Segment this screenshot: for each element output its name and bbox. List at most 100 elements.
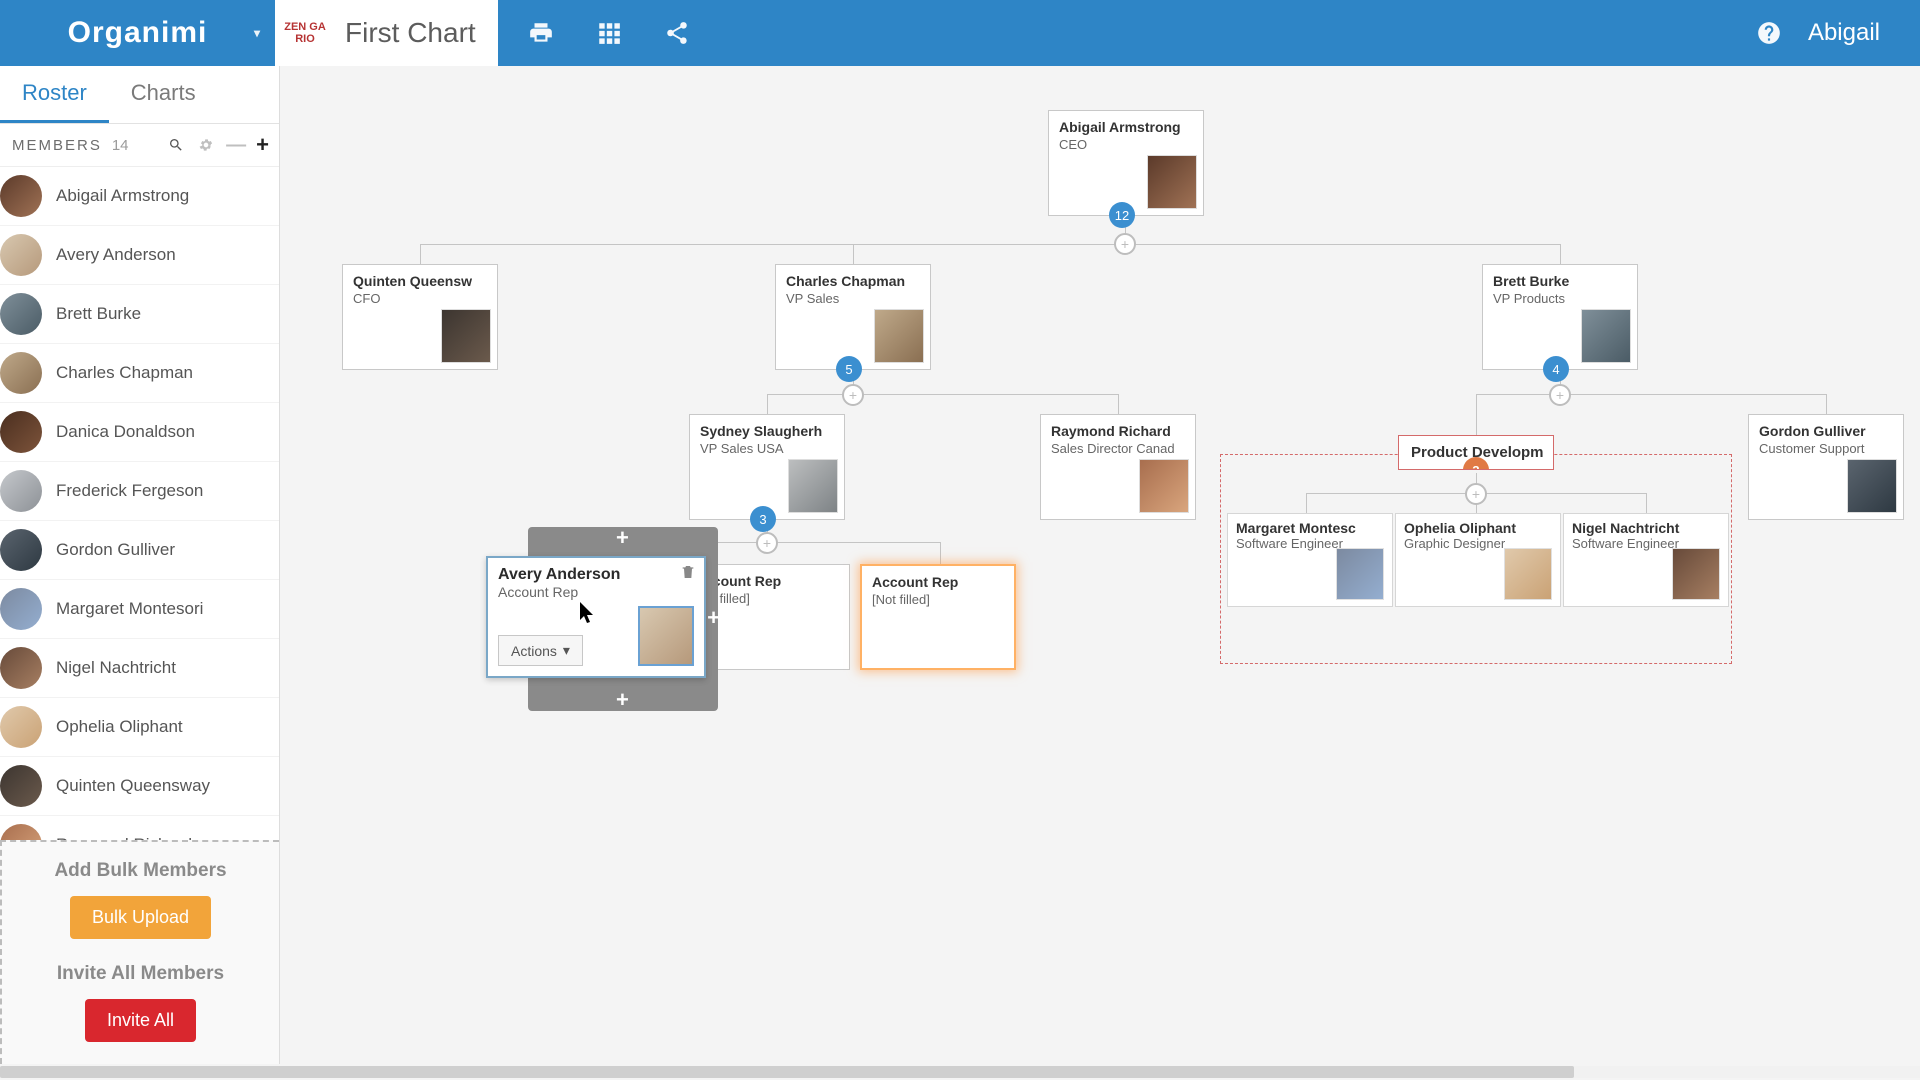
member-item[interactable]: Quinten Queensway: [0, 757, 279, 816]
member-name: Avery Anderson: [56, 245, 176, 265]
member-item[interactable]: Frederick Fergeson: [0, 462, 279, 521]
invite-all-button[interactable]: Invite All: [85, 999, 196, 1042]
members-label: MEMBERS: [12, 137, 102, 154]
dept-title[interactable]: Product Developm 3: [1398, 435, 1554, 470]
search-icon[interactable]: [166, 135, 186, 155]
chart-title-wrap: First Chart: [335, 0, 498, 66]
node-badge: 12: [1109, 202, 1135, 228]
member-item[interactable]: Raymond Richardson: [0, 816, 279, 840]
node-role: Customer Support: [1759, 441, 1893, 456]
member-list[interactable]: Abigail Armstrong Avery Anderson Brett B…: [0, 167, 279, 840]
node-photo: [1581, 309, 1631, 363]
avatar: [0, 293, 42, 335]
share-icon[interactable]: [664, 20, 690, 46]
org-node-customer-support[interactable]: Gordon Gulliver Customer Support: [1748, 414, 1904, 520]
member-name: Frederick Fergeson: [56, 481, 203, 501]
org-node-cfo[interactable]: Quinten Queensw CFO: [342, 264, 498, 370]
members-toolbar: MEMBERS 14 — +: [0, 124, 279, 167]
org-logo[interactable]: ZEN GA RIO: [275, 0, 335, 66]
org-chart-canvas[interactable]: + Abigail Armstrong CEO 12 Quinten Queen…: [280, 66, 1920, 1064]
node-role: ot filled]: [705, 591, 839, 606]
avatar: [0, 175, 42, 217]
bulk-upload-button[interactable]: Bulk Upload: [70, 896, 211, 939]
member-item[interactable]: Nigel Nachtricht: [0, 639, 279, 698]
tab-roster[interactable]: Roster: [0, 66, 109, 123]
grid-icon[interactable]: [596, 20, 622, 46]
node-photo: [1504, 548, 1552, 600]
member-item[interactable]: Gordon Gulliver: [0, 521, 279, 580]
member-item[interactable]: Margaret Montesori: [0, 580, 279, 639]
member-name: Nigel Nachtricht: [56, 658, 176, 678]
avatar: [0, 352, 42, 394]
scrollbar-thumb[interactable]: [0, 1066, 1574, 1078]
sidebar-tabs: Roster Charts: [0, 66, 279, 124]
gear-icon[interactable]: [196, 135, 216, 155]
member-item[interactable]: Avery Anderson: [0, 226, 279, 285]
org-node-dept-member[interactable]: Margaret Montesc Software Engineer: [1227, 513, 1393, 607]
chart-title[interactable]: First Chart: [345, 17, 476, 49]
node-badge: 4: [1543, 356, 1569, 382]
plus-icon[interactable]: +: [616, 525, 629, 551]
add-child-icon[interactable]: +: [1114, 233, 1136, 255]
avatar: [0, 588, 42, 630]
member-item[interactable]: Ophelia Oliphant: [0, 698, 279, 757]
tab-charts[interactable]: Charts: [109, 66, 218, 123]
collapse-icon[interactable]: —: [226, 135, 246, 155]
avatar: [0, 234, 42, 276]
org-node-ceo[interactable]: Abigail Armstrong CEO 12: [1048, 110, 1204, 216]
node-photo: [1336, 548, 1384, 600]
plus-icon[interactable]: +: [616, 687, 629, 713]
drag-card-role: Account Rep: [498, 584, 694, 600]
trash-icon[interactable]: [680, 564, 696, 585]
node-name: Ophelia Oliphant: [1404, 520, 1552, 536]
node-photo: [1139, 459, 1189, 513]
actions-dropdown[interactable]: Actions ▾: [498, 635, 583, 666]
bulk-add-label: Add Bulk Members: [12, 860, 269, 882]
add-child-icon[interactable]: +: [756, 532, 778, 554]
node-name: Nigel Nachtricht: [1572, 520, 1720, 536]
members-count: 14: [112, 137, 129, 154]
node-role: VP Sales: [786, 291, 920, 306]
member-item[interactable]: Danica Donaldson: [0, 403, 279, 462]
node-role: VP Products: [1493, 291, 1627, 306]
add-child-icon[interactable]: +: [1465, 483, 1487, 505]
org-node-account-rep-2-dropzone[interactable]: Account Rep [Not filled]: [860, 564, 1016, 670]
node-photo: [441, 309, 491, 363]
member-name: Gordon Gulliver: [56, 540, 175, 560]
member-item[interactable]: Brett Burke: [0, 285, 279, 344]
member-name: Charles Chapman: [56, 363, 193, 383]
drag-card-name: Avery Anderson: [498, 566, 694, 584]
node-name: Brett Burke: [1493, 273, 1627, 289]
plus-icon[interactable]: +: [707, 605, 720, 631]
print-icon[interactable]: [528, 20, 554, 46]
org-node-dept-member[interactable]: Ophelia Oliphant Graphic Designer: [1395, 513, 1561, 607]
node-name: Margaret Montesc: [1236, 520, 1384, 536]
member-item[interactable]: Charles Chapman: [0, 344, 279, 403]
org-node-sales-dir-canada[interactable]: Raymond Richard Sales Director Canad: [1040, 414, 1196, 520]
org-node-dept-member[interactable]: Nigel Nachtricht Software Engineer: [1563, 513, 1729, 607]
org-node-vp-sales-usa[interactable]: Sydney Slaugherh VP Sales USA 3: [689, 414, 845, 520]
brand-dropdown[interactable]: Organimi ▾: [0, 0, 275, 66]
member-item[interactable]: Abigail Armstrong: [0, 167, 279, 226]
drag-card-photo: [638, 606, 694, 666]
node-photo: [1147, 155, 1197, 209]
help-icon[interactable]: [1756, 20, 1782, 46]
member-name: Brett Burke: [56, 304, 141, 324]
dept-product-development[interactable]: Product Developm 3 + Margaret Montesc So…: [1220, 454, 1732, 664]
node-badge: 5: [836, 356, 862, 382]
current-user[interactable]: Abigail: [1808, 19, 1880, 47]
cursor-icon: [580, 602, 598, 626]
node-role: VP Sales USA: [700, 441, 834, 456]
add-member-icon[interactable]: +: [256, 132, 269, 158]
add-child-icon[interactable]: +: [842, 384, 864, 406]
node-name: Raymond Richard: [1051, 423, 1185, 439]
org-node-vp-products[interactable]: Brett Burke VP Products 4: [1482, 264, 1638, 370]
node-name: Account Rep: [872, 574, 1004, 590]
add-child-icon[interactable]: +: [1549, 384, 1571, 406]
org-logo-text: ZEN GA RIO: [275, 21, 335, 45]
node-role: CEO: [1059, 137, 1193, 152]
org-node-vp-sales[interactable]: Charles Chapman VP Sales 5: [775, 264, 931, 370]
node-badge: 3: [750, 506, 776, 532]
avatar: [0, 706, 42, 748]
horizontal-scrollbar[interactable]: [0, 1066, 1920, 1078]
